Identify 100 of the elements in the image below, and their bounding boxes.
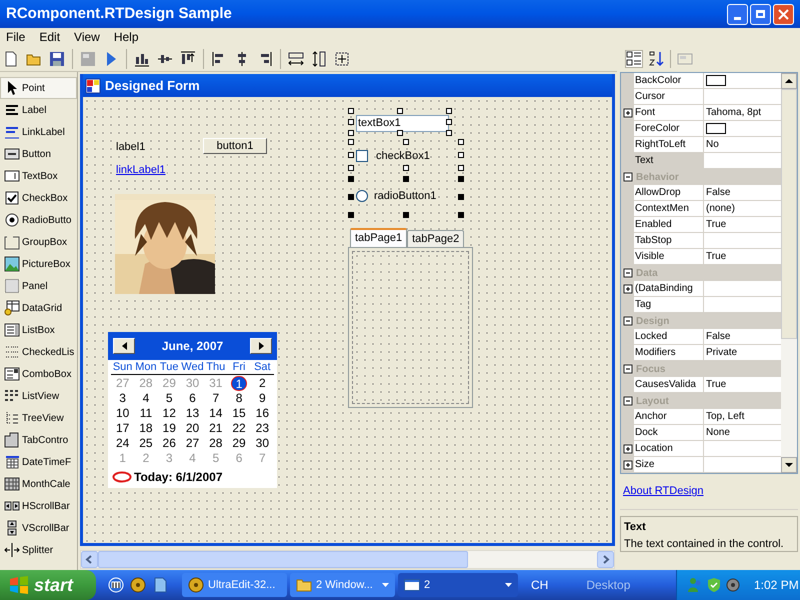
toolbox-item[interactable]: Point: [0, 77, 77, 99]
toolbox-item[interactable]: TextBox: [0, 165, 77, 187]
resize-handle[interactable]: [348, 176, 354, 182]
toolbox-item[interactable]: LinkLabel: [0, 121, 77, 143]
toolbox-item[interactable]: Splitter: [0, 539, 77, 561]
calendar-day[interactable]: 6: [185, 391, 200, 406]
calendar-day[interactable]: 12: [158, 406, 180, 421]
collapse-icon[interactable]: [622, 268, 632, 278]
toolbox-item[interactable]: TreeView: [0, 407, 77, 429]
calendar-day[interactable]: 5: [162, 391, 177, 406]
toolbox-item[interactable]: Label: [0, 99, 77, 121]
scroll-left-icon[interactable]: [81, 551, 98, 568]
taskbar-button[interactable]: 2 Window...: [290, 573, 395, 597]
resize-handle[interactable]: [348, 165, 354, 171]
menu-item[interactable]: Edit: [39, 28, 60, 46]
property-name[interactable]: TabStop: [634, 233, 704, 249]
language-indicator[interactable]: CH: [531, 576, 548, 594]
menu-item[interactable]: File: [6, 28, 26, 46]
calendar-day[interactable]: 27: [182, 436, 204, 451]
calendar-day[interactable]: 8: [232, 391, 246, 406]
property-value[interactable]: True: [706, 249, 726, 264]
scroll-up-icon[interactable]: [781, 73, 797, 89]
expand-icon[interactable]: [622, 460, 632, 470]
calendar-day[interactable]: 24: [112, 436, 134, 451]
expand-icon[interactable]: [622, 284, 632, 294]
calendar-day[interactable]: 9: [255, 391, 270, 406]
property-name[interactable]: Locked: [634, 329, 704, 345]
property-name[interactable]: Cursor: [634, 89, 704, 105]
align-tops-icon[interactable]: [180, 50, 196, 66]
calendar-day[interactable]: 16: [252, 406, 274, 421]
disc-icon[interactable]: [130, 577, 146, 593]
taskbar-button[interactable]: 2: [398, 573, 518, 597]
taskbar-button[interactable]: UltraEdit-32...: [182, 573, 287, 597]
toolbox-item[interactable]: CheckedLis: [0, 341, 77, 363]
property-value[interactable]: (none): [706, 201, 735, 216]
toolbox-item[interactable]: DataGrid: [0, 297, 77, 319]
menu-item[interactable]: Help: [114, 28, 139, 46]
toolbox-item[interactable]: CheckBox: [0, 187, 77, 209]
resize-handle[interactable]: [348, 152, 354, 158]
toolbox-item[interactable]: GroupBox: [0, 231, 77, 253]
property-value[interactable]: Private: [706, 345, 738, 360]
resize-handle[interactable]: [348, 139, 354, 145]
sort-icon[interactable]: [648, 51, 664, 67]
calendar-day[interactable]: 2: [255, 376, 270, 391]
property-value[interactable]: False: [706, 185, 730, 200]
property-name[interactable]: ForeColor: [634, 121, 704, 137]
resize-handle[interactable]: [348, 212, 354, 218]
property-name[interactable]: Anchor: [634, 409, 704, 425]
previous-month-button[interactable]: [113, 338, 135, 354]
tab[interactable]: tabPage1: [350, 228, 408, 247]
clock[interactable]: 1:02 PM: [754, 576, 799, 594]
collapse-icon[interactable]: [622, 316, 632, 326]
speaker-icon[interactable]: [725, 577, 741, 593]
shield-icon[interactable]: [706, 577, 722, 593]
menu-item[interactable]: View: [74, 28, 100, 46]
resize-handle[interactable]: [348, 194, 354, 200]
document-icon[interactable]: [152, 577, 168, 593]
toolbox-item[interactable]: VScrollBar: [0, 517, 77, 539]
toolbox-item[interactable]: RadioButto: [0, 209, 77, 231]
property-name[interactable]: BackColor: [634, 73, 704, 89]
calendar-day[interactable]: 30: [252, 436, 274, 451]
resize-handle[interactable]: [458, 152, 464, 158]
calendar-day[interactable]: 20: [182, 421, 204, 436]
toolbox-item[interactable]: HScrollBar: [0, 495, 77, 517]
property-name[interactable]: AllowDrop: [634, 185, 704, 201]
calendar-day[interactable]: 14: [205, 406, 226, 421]
property-value[interactable]: Tahoma, 8pt: [706, 105, 762, 120]
same-height-icon[interactable]: [311, 50, 327, 66]
expand-icon[interactable]: [622, 108, 632, 118]
calendar-day[interactable]: 11: [136, 406, 156, 421]
property-name[interactable]: Modifiers: [634, 345, 704, 361]
calendar-day[interactable]: 23: [252, 421, 274, 436]
form-button[interactable]: button1: [203, 138, 267, 154]
next-month-button[interactable]: [250, 338, 272, 354]
resize-handle[interactable]: [458, 194, 464, 200]
expand-icon[interactable]: [622, 444, 632, 454]
property-name[interactable]: Font: [634, 105, 704, 121]
collapse-icon[interactable]: [622, 396, 632, 406]
calendar-day[interactable]: 3: [115, 391, 130, 406]
property-name[interactable]: CausesValida: [634, 377, 704, 393]
calendar-day[interactable]: 15: [228, 406, 250, 421]
calendar-day[interactable]: 10: [112, 406, 134, 421]
property-name[interactable]: Tag: [634, 297, 704, 313]
restore-button[interactable]: [750, 4, 771, 24]
toolbox-item[interactable]: ComboBox: [0, 363, 77, 385]
property-name[interactable]: RightToLeft: [634, 137, 704, 153]
toolbox-item[interactable]: Button: [0, 143, 77, 165]
tab[interactable]: tabPage2: [407, 230, 464, 247]
horizontal-scrollbar[interactable]: [80, 550, 615, 569]
property-name[interactable]: Visible: [634, 249, 704, 265]
toolbox-item[interactable]: MonthCale: [0, 473, 77, 495]
calendar-day[interactable]: 13: [182, 406, 204, 421]
same-size-icon[interactable]: [334, 50, 350, 66]
same-width-icon[interactable]: [288, 50, 304, 66]
scroll-down-icon[interactable]: [781, 457, 797, 473]
calendar-day[interactable]: 4: [138, 391, 154, 406]
property-value[interactable]: False: [706, 329, 730, 344]
text-field[interactable]: textBox1: [356, 115, 449, 132]
resize-handle[interactable]: [348, 108, 354, 114]
minimize-button[interactable]: [727, 4, 748, 24]
